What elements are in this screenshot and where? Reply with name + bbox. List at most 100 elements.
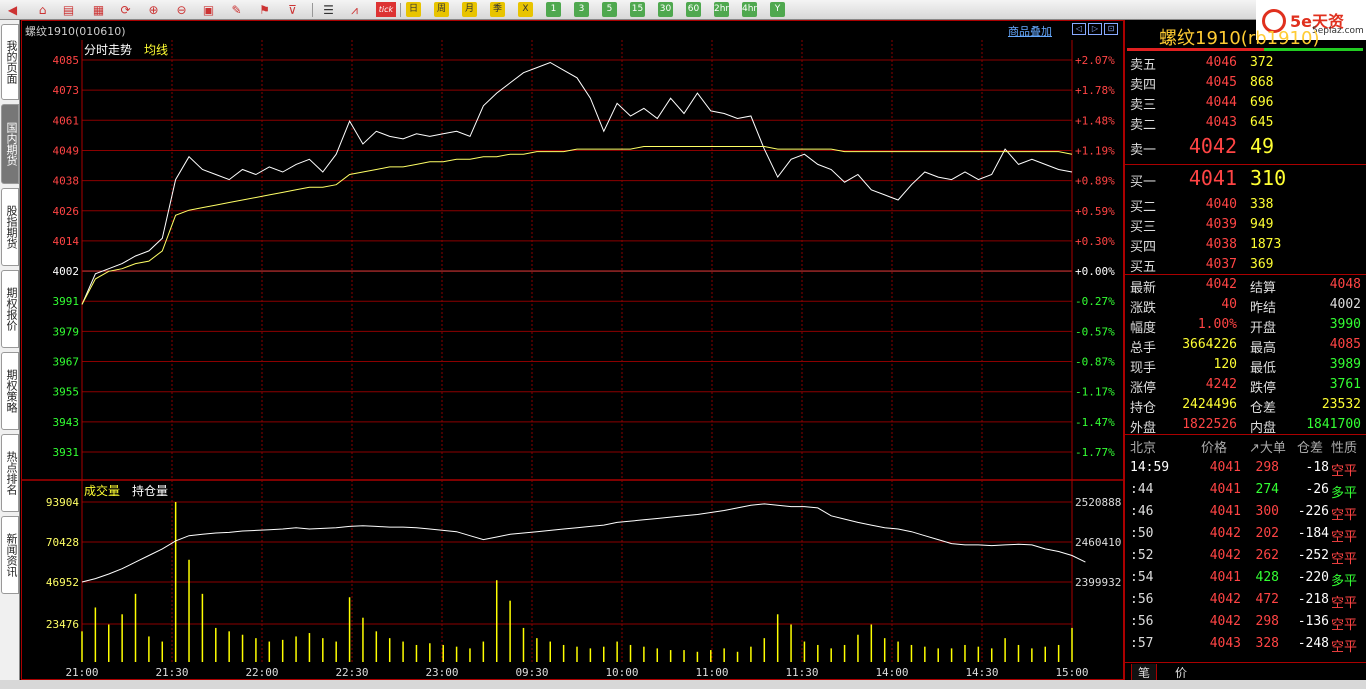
bid-row[interactable]: 买四 4038 1873 xyxy=(1125,234,1366,255)
tick-oi-change: -220 xyxy=(1297,570,1329,585)
stat-label: 跌停 xyxy=(1250,381,1277,396)
volume-axis-label: 23476 xyxy=(46,618,79,631)
stat-value: 1822526 xyxy=(1182,417,1237,432)
tick-row[interactable]: :52 4042 262 -252 空平 xyxy=(1125,545,1366,567)
tick-row[interactable]: :44 4041 274 -26 多平 xyxy=(1125,479,1366,501)
order-volume: 49 xyxy=(1250,134,1275,158)
stat-row: 外盘 1822526 内盘 1841700 xyxy=(1125,415,1366,436)
ask-row[interactable]: 卖一 4042 49 xyxy=(1125,134,1366,158)
time-axis-label: 23:00 xyxy=(425,666,458,679)
avg-line-label: 均线 xyxy=(144,43,168,57)
volume-axis-label: 46952 xyxy=(46,576,79,589)
tick-row[interactable]: :56 4042 472 -218 空平 xyxy=(1125,589,1366,611)
stat-value: 4242 xyxy=(1205,377,1237,392)
stat-value: 40 xyxy=(1221,297,1237,312)
ticks-header-price: 价格 xyxy=(1201,441,1228,456)
percent-axis-label: -1.47% xyxy=(1075,416,1115,429)
tick-price: 4043 xyxy=(1209,636,1241,651)
tick-volume: 274 xyxy=(1255,482,1279,497)
tick-row[interactable]: :46 4041 300 -226 空平 xyxy=(1125,501,1366,523)
stat-value: 1841700 xyxy=(1306,417,1361,432)
order-price: 4037 xyxy=(1205,257,1237,272)
order-label: 卖二 xyxy=(1130,118,1157,133)
tick-row[interactable]: :54 4041 428 -220 多平 xyxy=(1125,567,1366,589)
tick-oi-change: -184 xyxy=(1297,526,1329,541)
stat-label: 现手 xyxy=(1130,361,1157,376)
bid-row[interactable]: 买二 4040 338 xyxy=(1125,194,1366,215)
tick-row[interactable]: :50 4042 202 -184 空平 xyxy=(1125,523,1366,545)
tick-row[interactable]: :57 4043 328 -248 空平 xyxy=(1125,633,1366,655)
ask-row[interactable]: 卖二 4043 645 xyxy=(1125,112,1366,133)
order-price: 4038 xyxy=(1205,237,1237,252)
stat-row: 最新 4042 结算 4048 xyxy=(1125,275,1366,296)
tick-time: :50 xyxy=(1130,526,1154,541)
price-axis-label: 3955 xyxy=(53,386,80,399)
bid-row[interactable]: 买一 4041 310 xyxy=(1125,166,1366,190)
stat-row: 持仓 2424496 仓差 23532 xyxy=(1125,395,1366,416)
status-bar xyxy=(0,680,1366,689)
order-volume: 868 xyxy=(1250,75,1274,90)
time-axis-label: 11:30 xyxy=(785,666,818,679)
order-volume: 372 xyxy=(1250,55,1274,70)
bid-row[interactable]: 买三 4039 949 xyxy=(1125,214,1366,235)
price-axis-label: 4073 xyxy=(53,84,80,97)
stat-row: 涨停 4242 跌停 3761 xyxy=(1125,375,1366,396)
oi-axis-label: 2520888 xyxy=(1075,496,1121,509)
tick-volume: 262 xyxy=(1255,548,1279,563)
tick-row[interactable]: :56 4042 298 -136 空平 xyxy=(1125,611,1366,633)
percent-axis-label: +1.19% xyxy=(1075,144,1115,157)
ticks-header-nature: 性质 xyxy=(1331,441,1358,456)
tick-time: 14:59 xyxy=(1130,460,1170,475)
percent-axis-label: -0.87% xyxy=(1075,356,1115,369)
percent-axis-label: -0.57% xyxy=(1075,325,1115,338)
ticks-header: 北京 价格 ↗大单 仓差 性质 xyxy=(1125,434,1366,456)
open-interest-line xyxy=(81,503,1086,583)
tick-nature: 空平 xyxy=(1331,530,1358,545)
ask-row[interactable]: 卖四 4045 868 xyxy=(1125,72,1366,93)
stat-value: 23532 xyxy=(1321,397,1361,412)
stat-label: 最低 xyxy=(1250,361,1277,376)
stat-label: 涨停 xyxy=(1130,381,1157,396)
order-label: 卖三 xyxy=(1130,98,1157,113)
tick-nature: 空平 xyxy=(1331,552,1358,567)
tab-by-price[interactable]: 价 xyxy=(1169,664,1193,681)
stat-row: 现手 120 最低 3989 xyxy=(1125,355,1366,376)
ticks-header-vol: ↗大单 xyxy=(1249,441,1286,456)
tick-oi-change: -226 xyxy=(1297,504,1329,519)
tick-oi-change: -252 xyxy=(1297,548,1329,563)
order-price: 4045 xyxy=(1205,75,1237,90)
time-axis-label: 21:30 xyxy=(155,666,188,679)
price-axis-label: 3943 xyxy=(53,416,80,429)
tick-volume: 472 xyxy=(1255,592,1279,607)
tick-time: :52 xyxy=(1130,548,1154,563)
stat-label: 持仓 xyxy=(1130,401,1157,416)
percent-axis-label: +2.07% xyxy=(1075,54,1115,67)
ask-row[interactable]: 卖三 4044 696 xyxy=(1125,92,1366,113)
stat-value: 4042 xyxy=(1205,277,1237,292)
order-label: 买四 xyxy=(1130,240,1157,255)
price-axis-label: 3979 xyxy=(53,325,80,338)
percent-axis-label: +0.59% xyxy=(1075,205,1115,218)
price-panel-title: 分时走势 xyxy=(84,43,132,57)
order-price: 4046 xyxy=(1205,55,1237,70)
price-axis-label: 4085 xyxy=(53,54,80,67)
stat-label: 昨结 xyxy=(1250,301,1277,316)
order-volume: 696 xyxy=(1250,95,1274,110)
percent-axis-label: +0.89% xyxy=(1075,175,1115,188)
price-axis-label: 4049 xyxy=(53,144,80,157)
average-line xyxy=(81,146,1073,305)
tick-price: 4042 xyxy=(1209,526,1241,541)
stat-label: 最高 xyxy=(1250,341,1277,356)
quote-panel: 螺纹1910(rb1910) 卖五 4046 372 卖四 4045 868 卖三 4044 6… xyxy=(1124,20,1366,682)
bid-row[interactable]: 买五 4037 369 xyxy=(1125,254,1366,275)
stat-label: 总手 xyxy=(1130,341,1157,356)
tick-oi-change: -18 xyxy=(1305,460,1329,475)
tick-price: 4042 xyxy=(1209,614,1241,629)
instrument-name: 螺纹1910(rb1910) xyxy=(1159,28,1320,49)
ask-row[interactable]: 卖五 4046 372 xyxy=(1125,52,1366,73)
tick-oi-change: -218 xyxy=(1297,592,1329,607)
tick-row[interactable]: 14:59 4041 298 -18 空平 xyxy=(1125,457,1366,479)
stat-value: 4085 xyxy=(1329,337,1361,352)
price-line xyxy=(81,61,1073,305)
order-price: 4039 xyxy=(1205,217,1237,232)
